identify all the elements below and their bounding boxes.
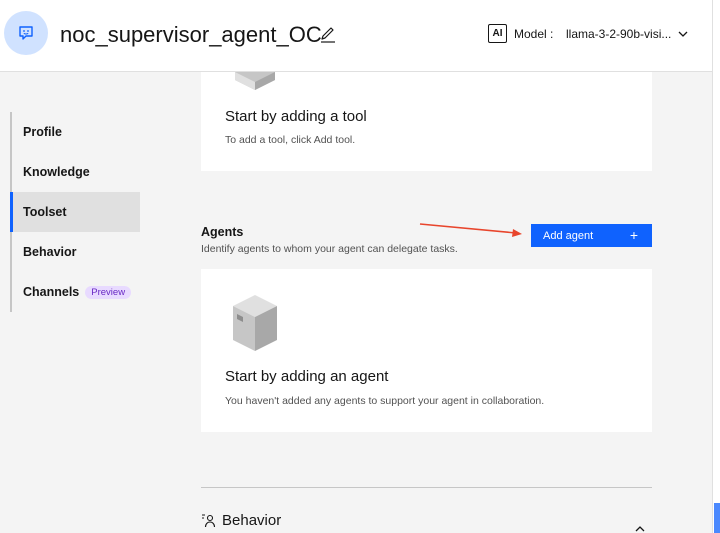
behavior-icon bbox=[202, 514, 216, 528]
agents-empty-title: Start by adding an agent bbox=[225, 368, 389, 385]
sidebar-item-behavior[interactable]: Behavior bbox=[12, 232, 140, 272]
app-header: noc_supervisor_agent_OC AI Model : llama… bbox=[0, 0, 712, 72]
behavior-section-title: Behavior bbox=[222, 512, 282, 529]
section-divider bbox=[201, 487, 652, 488]
model-selected-value: llama-3-2-90b-visi... bbox=[566, 27, 672, 41]
right-panel-edge bbox=[712, 0, 720, 533]
agent-avatar bbox=[4, 11, 48, 55]
tools-empty-title: Start by adding a tool bbox=[225, 108, 367, 125]
chevron-up-icon[interactable] bbox=[634, 524, 646, 533]
page-title: noc_supervisor_agent_OC bbox=[60, 22, 322, 47]
empty-box-icon bbox=[235, 72, 275, 90]
side-navigation: Profile Knowledge Toolset Behavior Chann… bbox=[10, 112, 140, 312]
agents-empty-state: Start by adding an agent You haven't add… bbox=[201, 269, 652, 432]
empty-box-icon bbox=[233, 295, 277, 351]
agents-section-description: Identify agents to whom your agent can d… bbox=[201, 243, 458, 255]
add-agent-button[interactable]: Add agent + bbox=[531, 224, 652, 247]
add-agent-label: Add agent bbox=[543, 229, 594, 242]
sidebar-item-knowledge[interactable]: Knowledge bbox=[12, 152, 140, 192]
tools-empty-state: Start by adding a tool To add a tool, cl… bbox=[201, 72, 652, 171]
sidebar-item-label: Knowledge bbox=[23, 165, 90, 179]
sidebar-item-label: Profile bbox=[23, 125, 62, 139]
behavior-section-header[interactable]: Behavior bbox=[201, 512, 281, 529]
edit-icon[interactable] bbox=[319, 26, 337, 44]
agents-empty-description: You haven't added any agents to support … bbox=[225, 395, 545, 407]
sidebar-item-label: Behavior bbox=[23, 245, 77, 259]
chat-bot-icon bbox=[19, 26, 33, 40]
sidebar-item-toolset[interactable]: Toolset bbox=[10, 192, 140, 232]
right-panel-accent bbox=[714, 503, 720, 533]
chevron-down-icon bbox=[678, 31, 688, 37]
preview-badge: Preview bbox=[85, 285, 132, 299]
sidebar-item-channels[interactable]: Channels Preview bbox=[12, 272, 140, 312]
model-dropdown[interactable]: llama-3-2-90b-visi... bbox=[566, 20, 696, 48]
tools-empty-description: To add a tool, click Add tool. bbox=[225, 134, 356, 146]
sidebar-item-label: Channels bbox=[23, 285, 80, 299]
ai-icon: AI bbox=[488, 24, 507, 43]
sidebar-item-label: Toolset bbox=[23, 205, 67, 219]
agents-section-title: Agents bbox=[201, 225, 244, 239]
add-icon: + bbox=[629, 227, 638, 243]
sidebar-item-profile[interactable]: Profile bbox=[12, 112, 140, 152]
annotation-arrow-icon bbox=[419, 223, 522, 237]
model-label: Model : bbox=[514, 27, 554, 41]
